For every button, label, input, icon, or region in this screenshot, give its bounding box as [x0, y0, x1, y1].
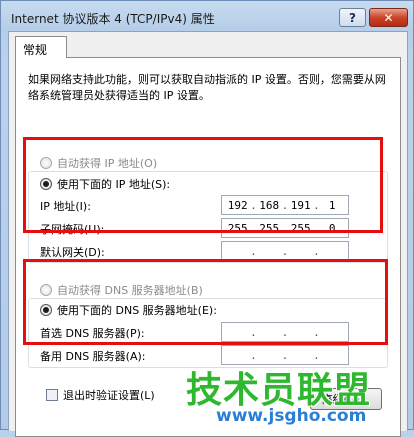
- radio-auto-dns[interactable]: 自动获得 DNS 服务器地址(B): [40, 282, 203, 298]
- site-watermark: 技术员联盟 www.jsgho.com: [186, 361, 386, 431]
- ip-octet: 168: [259, 198, 280, 212]
- checkbox-box[interactable]: [46, 389, 58, 401]
- radio-manual-ip[interactable]: 使用下面的 IP 地址(S):: [40, 176, 170, 192]
- radio-auto-dns-indicator[interactable]: [40, 284, 52, 296]
- ip-octet: 1: [328, 198, 336, 212]
- radio-manual-dns[interactable]: 使用下面的 DNS 服务器地址(E):: [40, 302, 217, 318]
- radio-manual-ip-indicator[interactable]: [40, 178, 52, 190]
- preferred-dns-label: 首选 DNS 服务器(P):: [40, 327, 145, 340]
- default-gateway-field[interactable]: . . .: [221, 241, 349, 261]
- radio-auto-ip-label: 自动获得 IP 地址(O): [57, 157, 158, 170]
- radio-auto-ip-indicator[interactable]: [40, 157, 52, 169]
- validate-on-exit-label: 退出时验证设置(L): [63, 389, 155, 402]
- mask-octet: 255: [290, 221, 311, 235]
- default-gateway-label: 默认网关(D):: [40, 246, 105, 259]
- window-title: Internet 协议版本 4 (TCP/IPv4) 属性: [11, 12, 215, 26]
- description-text: 如果网络支持此功能，则可以获取自动指派的 IP 设置。否则，您需要从网络系统管理…: [28, 73, 386, 102]
- help-button[interactable]: ?: [339, 8, 366, 27]
- close-icon: ✕: [383, 10, 394, 25]
- radio-manual-dns-indicator[interactable]: [40, 304, 52, 316]
- mask-octet: 255: [259, 221, 280, 235]
- radio-auto-ip[interactable]: 自动获得 IP 地址(O): [40, 155, 157, 171]
- ip-octet: 192: [227, 198, 248, 212]
- radio-auto-dns-label: 自动获得 DNS 服务器地址(B): [57, 284, 203, 297]
- title-bar[interactable]: Internet 协议版本 4 (TCP/IPv4) 属性 ? ✕: [1, 1, 413, 31]
- ip-address-label: IP 地址(I):: [40, 200, 91, 213]
- watermark-url: www.jsgho.com: [216, 406, 367, 426]
- subnet-mask-field[interactable]: 255. 255. 255. 0: [221, 218, 349, 238]
- preferred-dns-field[interactable]: . . .: [221, 322, 349, 342]
- radio-manual-ip-label: 使用下面的 IP 地址(S):: [57, 178, 171, 191]
- close-button[interactable]: ✕: [369, 8, 408, 27]
- mask-octet: 0: [328, 221, 336, 235]
- radio-manual-dns-label: 使用下面的 DNS 服务器地址(E):: [57, 304, 217, 317]
- subnet-mask-label: 子网掩码(U):: [40, 223, 105, 236]
- ip-address-field[interactable]: 192. 168. 191. 1: [221, 195, 349, 215]
- tab-general[interactable]: 常规: [15, 36, 67, 58]
- alternate-dns-label: 备用 DNS 服务器(A):: [40, 350, 146, 363]
- dialog-window: Internet 协议版本 4 (TCP/IPv4) 属性 ? ✕ 常规 如果网…: [0, 0, 414, 437]
- validate-on-exit-checkbox[interactable]: 退出时验证设置(L): [46, 387, 155, 403]
- help-icon: ?: [349, 10, 356, 25]
- mask-octet: 255: [227, 221, 248, 235]
- ip-octet: 191: [290, 198, 311, 212]
